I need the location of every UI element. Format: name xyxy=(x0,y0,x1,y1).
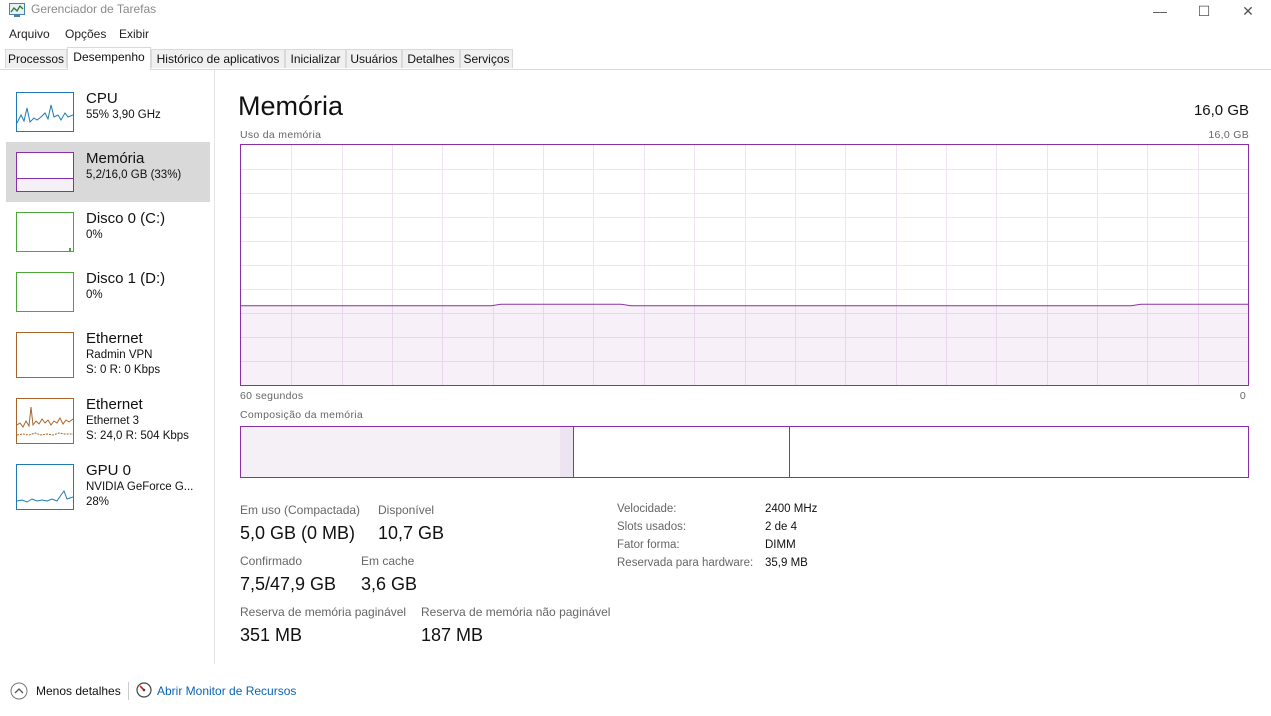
detail-velocidade-label: Velocidade: xyxy=(617,503,677,515)
footer: Menos detalhes Abrir Monitor de Recursos xyxy=(0,674,1271,708)
memory-panel: Memória 16,0 GB Uso da memória 16,0 GB 6… xyxy=(238,70,1250,670)
menu-arquivo[interactable]: Arquivo xyxy=(9,27,50,41)
minimize-button[interactable]: — xyxy=(1137,0,1183,22)
sidebar-item-sub: NVIDIA GeForce G... xyxy=(86,481,194,493)
stat-paginavel-value: 351 MB xyxy=(240,625,303,645)
sidebar-item-sub2: S: 0 R: 0 Kbps xyxy=(86,364,161,376)
stat-disponivel-value: 10,7 GB xyxy=(378,523,445,543)
disk1-thumbnail xyxy=(16,272,74,312)
stat-em-cache-label: Em cache xyxy=(361,554,415,568)
title-bar: Gerenciador de Tarefas — ☐ ✕ xyxy=(0,0,1271,22)
memory-thumbnail xyxy=(16,152,74,192)
detail-reservada-value: 35,9 MB xyxy=(765,557,808,569)
open-resource-monitor-link[interactable]: Abrir Monitor de Recursos xyxy=(157,684,296,698)
ethernet3-thumbnail xyxy=(16,398,74,444)
tab-historico[interactable]: Histórico de aplicativos xyxy=(151,49,285,68)
stat-nao-paginavel-value: 187 MB xyxy=(421,625,484,645)
cpu-mini-graph xyxy=(16,104,74,124)
composition-modified xyxy=(560,427,574,477)
sidebar-item-sub: Radmin VPN xyxy=(86,349,153,361)
sidebar-item-sub: 5,2/16,0 GB (33%) xyxy=(86,169,182,181)
menu-opcoes[interactable]: Opções xyxy=(65,27,106,41)
tab-inicializar[interactable]: Inicializar xyxy=(285,49,346,68)
stat-disponivel-label: Disponível xyxy=(378,503,435,517)
ethernet3-mini-graph xyxy=(16,406,74,436)
sidebar-item-title: Disco 1 (D:) xyxy=(86,270,166,287)
usage-graph-max: 16,0 GB xyxy=(1208,129,1249,141)
sidebar-item-disco-0[interactable]: Disco 0 (C:) 0% xyxy=(6,202,210,262)
sidebar-item-ethernet-radmin[interactable]: Ethernet Radmin VPN S: 0 R: 0 Kbps xyxy=(6,322,210,382)
window-title: Gerenciador de Tarefas xyxy=(31,2,157,16)
time-axis-zero: 0 xyxy=(1239,390,1246,402)
sidebar-item-sub2: S: 24,0 R: 504 Kbps xyxy=(86,430,189,442)
tab-bar: Processos Desempenho Histórico de aplica… xyxy=(0,47,1271,70)
sidebar-item-memoria[interactable]: Memória 5,2/16,0 GB (33%) xyxy=(6,142,210,202)
gpu-thumbnail xyxy=(16,464,74,510)
sidebar-item-sub: Ethernet 3 xyxy=(86,415,140,427)
composition-standby xyxy=(574,427,790,477)
stat-confirmado-value: 7,5/47,9 GB xyxy=(240,574,337,594)
stat-em-cache-value: 3,6 GB xyxy=(361,574,418,594)
resource-sidebar: CPU 55% 3,90 GHz Memória 5,2/16,0 GB (33… xyxy=(0,70,215,664)
less-details-button[interactable]: Menos detalhes xyxy=(36,684,121,698)
composition-label: Composição da memória xyxy=(240,409,364,421)
sidebar-item-title: CPU xyxy=(86,90,118,107)
sidebar-item-sub: 55% 3,90 GHz xyxy=(86,109,161,121)
close-icon: ✕ xyxy=(1242,2,1254,19)
tab-desempenho[interactable]: Desempenho xyxy=(67,47,151,70)
task-manager-icon xyxy=(9,3,25,17)
sidebar-item-disco-1[interactable]: Disco 1 (D:) 0% xyxy=(6,262,210,322)
sidebar-item-sub: 0% xyxy=(86,229,103,241)
stat-nao-paginavel-label: Reserva de memória não paginável xyxy=(421,605,611,619)
detail-velocidade-value: 2400 MHz xyxy=(765,503,818,515)
stat-em-uso-value: 5,0 GB (0 MB) xyxy=(240,523,356,543)
total-memory: 16,0 GB xyxy=(1193,102,1249,119)
tab-processos[interactable]: Processos xyxy=(5,49,67,68)
time-axis-label: 60 segundos xyxy=(240,390,304,402)
close-button[interactable]: ✕ xyxy=(1225,0,1271,22)
detail-fator-value: DIMM xyxy=(765,539,796,551)
sidebar-item-gpu-0[interactable]: GPU 0 NVIDIA GeForce G... 28% xyxy=(6,454,210,514)
chevron-up-circle-icon[interactable] xyxy=(10,682,28,700)
usage-graph-svg xyxy=(241,145,1248,385)
ethernet-radmin-thumbnail xyxy=(16,332,74,378)
tab-usuarios[interactable]: Usuários xyxy=(346,49,402,68)
detail-reservada-label: Reservada para hardware: xyxy=(617,557,754,569)
usage-area xyxy=(241,305,1248,385)
usage-graph-label: Uso da memória xyxy=(240,129,322,141)
tab-servicos[interactable]: Serviços xyxy=(460,49,513,68)
stat-confirmado-label: Confirmado xyxy=(240,554,303,568)
memory-usage-graph xyxy=(240,144,1249,386)
sidebar-item-title: Ethernet xyxy=(86,330,143,347)
maximize-button[interactable]: ☐ xyxy=(1181,0,1227,22)
cpu-thumbnail xyxy=(16,92,74,132)
sidebar-item-cpu[interactable]: CPU 55% 3,90 GHz xyxy=(6,82,210,142)
maximize-icon: ☐ xyxy=(1197,2,1211,19)
resource-monitor-icon xyxy=(136,682,152,698)
menu-exibir[interactable]: Exibir xyxy=(119,27,149,41)
memory-composition-bar xyxy=(240,426,1249,478)
sidebar-item-title: Ethernet xyxy=(86,396,143,413)
page-title: Memória xyxy=(238,91,344,121)
sidebar-item-ethernet-3[interactable]: Ethernet Ethernet 3 S: 24,0 R: 504 Kbps xyxy=(6,388,210,448)
composition-in-use xyxy=(241,427,561,477)
tab-detalhes[interactable]: Detalhes xyxy=(402,49,460,68)
gpu-mini-graph xyxy=(16,489,74,503)
disk0-thumbnail xyxy=(16,212,74,252)
detail-slots-value: 2 de 4 xyxy=(765,521,797,533)
sidebar-item-title: Disco 0 (C:) xyxy=(86,210,166,227)
sidebar-item-sub: 0% xyxy=(86,289,103,301)
stat-paginavel-label: Reserva de memória paginável xyxy=(240,605,407,619)
detail-slots-label: Slots usados: xyxy=(617,521,687,533)
footer-divider xyxy=(128,682,129,700)
detail-fator-label: Fator forma: xyxy=(617,539,680,551)
minimize-icon: — xyxy=(1153,3,1167,19)
sidebar-item-title: Memória xyxy=(86,150,145,167)
sidebar-item-sub2: 28% xyxy=(86,496,110,508)
stat-em-uso-label: Em uso (Compactada) xyxy=(240,503,361,517)
menu-bar: Arquivo Opções Exibir xyxy=(0,25,1271,45)
sidebar-item-title: GPU 0 xyxy=(86,462,132,479)
